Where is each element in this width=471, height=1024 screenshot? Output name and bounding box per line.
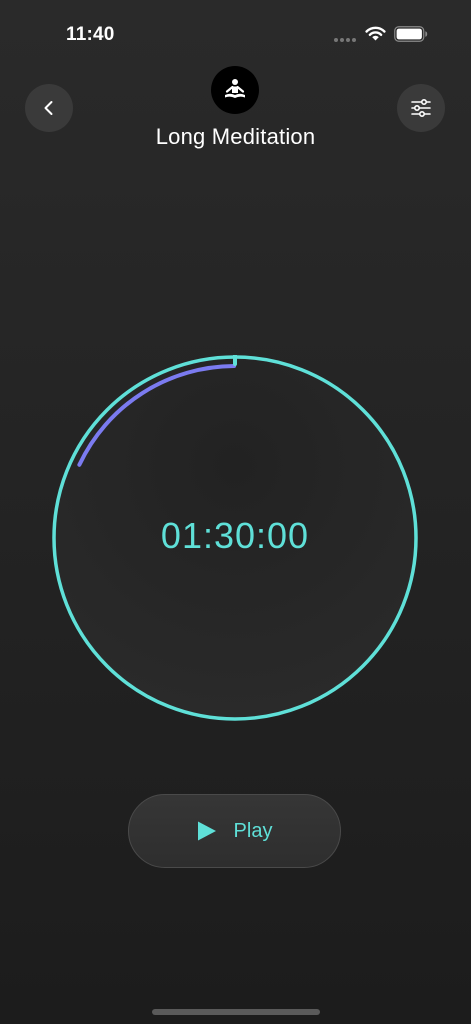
chevron-left-icon (44, 101, 53, 115)
timer-readout: 01:30:00 (160, 515, 310, 556)
timer-ring: 01:30:00 (52, 355, 418, 721)
meditation-person-icon (225, 79, 245, 98)
settings-button[interactable] (397, 84, 445, 132)
home-indicator (152, 1009, 320, 1015)
sliders-icon (411, 98, 431, 118)
meditation-badge (211, 66, 259, 114)
play-label: Play (233, 819, 273, 842)
cellular-signal-icon (334, 38, 358, 42)
page-title: Long Meditation (155, 124, 316, 149)
wifi-icon (365, 26, 386, 41)
play-button[interactable]: Play (128, 794, 341, 868)
status-bar: 11:40 (0, 0, 471, 60)
battery-icon (394, 26, 428, 42)
play-icon (197, 821, 216, 841)
status-time: 11:40 (66, 24, 115, 45)
